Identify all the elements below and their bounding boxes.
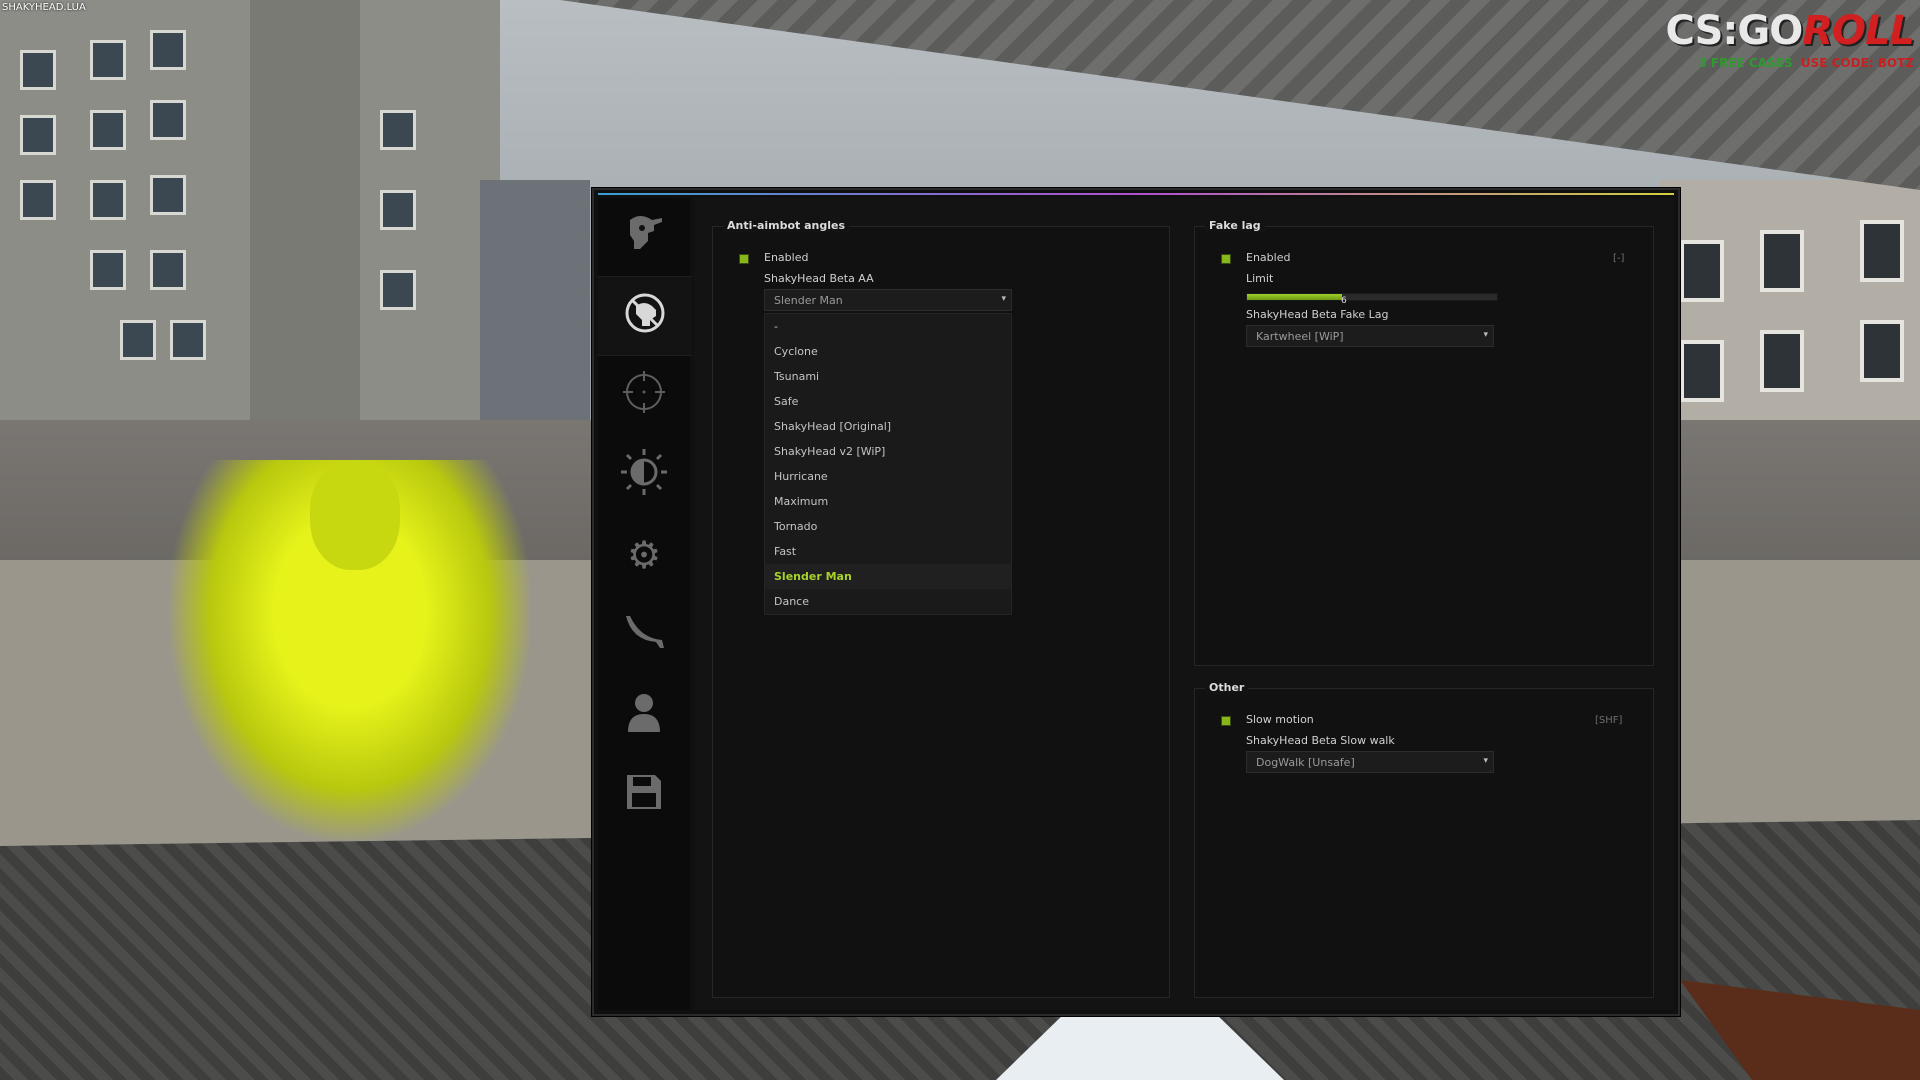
keybind-indicator[interactable]: [-] <box>1613 253 1624 264</box>
group-title: Other <box>1205 681 1249 694</box>
enabled-label: Enabled <box>764 251 809 264</box>
enabled-checkbox[interactable] <box>1221 254 1231 264</box>
brand-watermark: CS:GOROLL 3 FREE CASES USE CODE: BOTZ <box>1665 8 1915 70</box>
slow-walk-label: ShakyHead Beta Slow walk <box>1246 734 1395 747</box>
chevron-down-icon: ▾ <box>1483 756 1488 766</box>
masked-head-icon <box>622 214 666 260</box>
aa-mode-value: Slender Man <box>774 294 843 307</box>
dropdown-option[interactable]: ShakyHead v2 [WiP] <box>765 439 1011 464</box>
tab-config[interactable] <box>598 756 690 834</box>
chevron-down-icon: ▾ <box>1483 330 1488 340</box>
script-label: SHAKYHEAD.LUA <box>2 2 86 13</box>
limit-slider-value: 6 <box>1341 296 1347 306</box>
content-panel: Anti-aimbot angles Enabled ShakyHead Bet… <box>694 198 1674 1010</box>
anti-aim-icon <box>624 292 666 340</box>
slow-motion-label: Slow motion <box>1246 713 1314 726</box>
dropdown-option[interactable]: Tornado <box>765 514 1011 539</box>
dropdown-option[interactable]: Safe <box>765 389 1011 414</box>
keybind-indicator[interactable]: [SHF] <box>1595 715 1622 726</box>
group-anti-aimbot-angles: Anti-aimbot angles Enabled ShakyHead Bet… <box>712 219 1170 998</box>
enabled-checkbox[interactable] <box>739 254 749 264</box>
group-fake-lag: Fake lag Enabled [-] Limit 6 ShakyHead B… <box>1194 219 1654 666</box>
brand-logo: CS:GOROLL <box>1665 8 1915 54</box>
player-icon <box>626 692 662 738</box>
enabled-label: Enabled <box>1246 251 1291 264</box>
dropdown-option[interactable]: Hurricane <box>765 464 1011 489</box>
aa-mode-dropdown: - Cyclone Tsunami Safe ShakyHead [Origin… <box>764 313 1012 615</box>
dropdown-option[interactable]: Dance <box>765 589 1011 614</box>
limit-slider[interactable] <box>1246 293 1498 301</box>
limit-slider-fill <box>1247 294 1342 300</box>
visuals-sun-icon <box>621 449 667 501</box>
dropdown-option[interactable]: Maximum <box>765 489 1011 514</box>
dropdown-option[interactable]: ShakyHead [Original] <box>765 414 1011 439</box>
dropdown-option[interactable]: Fast <box>765 539 1011 564</box>
gradient-bar <box>598 193 1674 195</box>
tab-legit[interactable] <box>598 356 690 434</box>
fake-lag-mode-value: Kartwheel [WiP] <box>1256 330 1344 343</box>
chams-player-head <box>310 460 400 570</box>
tab-visuals[interactable] <box>598 436 690 514</box>
slow-walk-select[interactable]: DogWalk [Unsafe] ▾ <box>1246 751 1494 773</box>
brand-promo: 3 FREE CASES USE CODE: BOTZ <box>1698 56 1914 70</box>
limit-label: Limit <box>1246 272 1274 285</box>
group-other: Other Slow motion [SHF] ShakyHead Beta S… <box>1194 681 1654 998</box>
aa-mode-select[interactable]: Slender Man ▾ <box>764 289 1012 311</box>
tab-players[interactable] <box>598 676 690 754</box>
crosshair-icon <box>623 371 665 419</box>
building-left-pillar <box>250 0 360 440</box>
tab-skins[interactable] <box>598 596 690 674</box>
knife-icon <box>622 612 666 658</box>
fake-lag-mode-select[interactable]: Kartwheel [WiP] ▾ <box>1246 325 1494 347</box>
tab-anti-aim[interactable] <box>598 276 692 356</box>
gears-icon: ⚙ <box>626 533 662 577</box>
slow-motion-checkbox[interactable] <box>1221 716 1231 726</box>
building-middle <box>480 180 590 440</box>
dropdown-option-selected[interactable]: Slender Man <box>765 564 1011 589</box>
cheat-menu-window[interactable]: ⚙ Anti-aimbot angles Enabled ShakyHead B… <box>592 188 1680 1016</box>
save-icon <box>625 773 663 817</box>
slow-walk-value: DogWalk [Unsafe] <box>1256 756 1355 769</box>
dropdown-option[interactable]: - <box>765 314 1011 339</box>
group-title: Anti-aimbot angles <box>723 219 850 232</box>
chevron-down-icon: ▾ <box>1001 294 1006 304</box>
tab-rage[interactable] <box>598 198 690 276</box>
dropdown-option[interactable]: Cyclone <box>765 339 1011 364</box>
building-right <box>1660 180 1920 440</box>
sidebar: ⚙ <box>598 198 692 1010</box>
fake-lag-mode-label: ShakyHead Beta Fake Lag <box>1246 308 1389 321</box>
group-title: Fake lag <box>1205 219 1265 232</box>
tab-misc[interactable]: ⚙ <box>598 516 690 594</box>
aa-mode-label: ShakyHead Beta AA <box>764 272 874 285</box>
dropdown-option[interactable]: Tsunami <box>765 364 1011 389</box>
